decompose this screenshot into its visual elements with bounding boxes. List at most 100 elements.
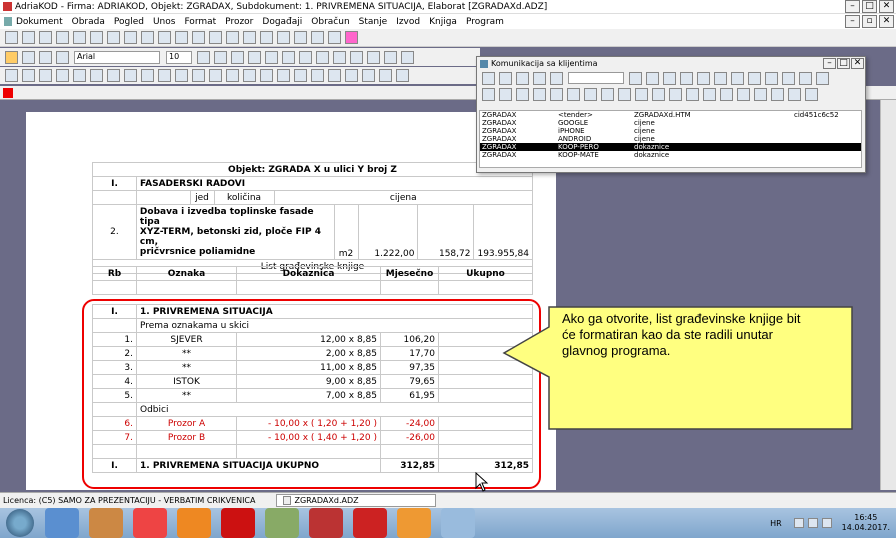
doc-minimize-button[interactable]: – xyxy=(845,15,860,28)
file-tab[interactable]: ZGRADAXd.ADZ xyxy=(275,494,436,507)
open-icon[interactable] xyxy=(22,31,35,44)
list-item[interactable]: ZGRADAX ANDROID cijene xyxy=(480,135,861,143)
bold-icon[interactable] xyxy=(197,50,210,64)
delete-icon[interactable] xyxy=(533,71,546,85)
opera-icon[interactable] xyxy=(221,508,255,538)
underline-icon[interactable] xyxy=(231,50,244,64)
language-indicator[interactable]: HR xyxy=(770,519,782,528)
print-icon[interactable] xyxy=(56,31,69,44)
style-icon[interactable] xyxy=(294,69,307,82)
comm-close-button[interactable]: ✕ xyxy=(851,58,864,69)
text-style-icon[interactable] xyxy=(56,50,69,64)
save-icon[interactable] xyxy=(39,31,52,44)
style-icon[interactable] xyxy=(5,69,18,82)
vertical-scrollbar[interactable] xyxy=(880,100,896,490)
menu-item[interactable]: Knjiga xyxy=(429,17,457,27)
style-icon[interactable] xyxy=(90,69,103,82)
menu-item[interactable]: Dokument xyxy=(16,17,63,27)
menu-item[interactable]: Unos xyxy=(153,17,176,27)
folder-icon[interactable] xyxy=(765,71,778,85)
style-icon[interactable] xyxy=(362,69,375,82)
comm-maximize-button[interactable]: □ xyxy=(837,58,850,69)
tool-icon[interactable] xyxy=(754,87,767,101)
view-icon[interactable] xyxy=(697,71,710,85)
zoom-icon[interactable] xyxy=(107,31,120,44)
firefox-icon[interactable] xyxy=(177,508,211,538)
style-icon[interactable] xyxy=(277,69,290,82)
menu-item[interactable]: Obračun xyxy=(311,17,349,27)
style-icon[interactable] xyxy=(192,69,205,82)
list-item[interactable]: ZGRADAX <tender> ZGRADAXd.HTM cid451c6c52 xyxy=(480,111,861,119)
close-red-icon[interactable] xyxy=(345,31,358,44)
fill-icon[interactable] xyxy=(367,50,380,64)
font-select[interactable]: Arial xyxy=(74,50,160,64)
open-icon[interactable] xyxy=(499,71,512,85)
mail-icon[interactable] xyxy=(782,71,795,85)
justify-icon[interactable] xyxy=(316,50,329,64)
align-left-icon[interactable] xyxy=(265,50,278,64)
tool-icon[interactable] xyxy=(652,87,665,101)
format-icon[interactable] xyxy=(124,31,137,44)
copy-icon[interactable] xyxy=(158,31,171,44)
style-icon[interactable] xyxy=(56,69,69,82)
tool-icon[interactable] xyxy=(686,87,699,101)
sort-icon[interactable] xyxy=(550,71,563,85)
link-icon[interactable] xyxy=(748,71,761,85)
text-style-icon[interactable] xyxy=(5,50,18,64)
size-select[interactable]: 10 xyxy=(166,50,192,64)
clock-time[interactable]: 16:45 xyxy=(842,513,890,523)
style-icon[interactable] xyxy=(39,69,52,82)
tool-icon[interactable] xyxy=(720,87,733,101)
calc-icon[interactable] xyxy=(260,31,273,44)
preview-icon[interactable] xyxy=(73,31,86,44)
app3-icon[interactable] xyxy=(397,508,431,538)
ie-icon[interactable] xyxy=(45,508,79,538)
style-icon[interactable] xyxy=(226,69,239,82)
list-item[interactable]: ZGRADAX iPHONE cijene xyxy=(480,127,861,135)
menu-item[interactable]: Stanje xyxy=(359,17,388,27)
color-icon[interactable] xyxy=(401,50,414,64)
tool-icon[interactable] xyxy=(516,87,529,101)
tool-icon[interactable] xyxy=(771,87,784,101)
paste-icon[interactable] xyxy=(175,31,188,44)
style-icon[interactable] xyxy=(175,69,188,82)
tool-icon[interactable] xyxy=(669,87,682,101)
tray-icon[interactable] xyxy=(793,518,804,528)
binoculars-icon[interactable] xyxy=(629,71,642,85)
style-icon[interactable] xyxy=(328,69,341,82)
menu-item[interactable]: Pogled xyxy=(114,17,144,27)
italic-icon[interactable] xyxy=(214,50,227,64)
style-icon[interactable] xyxy=(396,69,409,82)
style-icon[interactable] xyxy=(22,69,35,82)
border-icon[interactable] xyxy=(333,50,346,64)
style-icon[interactable] xyxy=(209,69,222,82)
grid-icon[interactable] xyxy=(277,31,290,44)
style-icon[interactable] xyxy=(73,69,86,82)
app-icon[interactable] xyxy=(265,508,299,538)
style-icon[interactable] xyxy=(311,69,324,82)
align-center-icon[interactable] xyxy=(282,50,295,64)
tool-icon[interactable] xyxy=(567,87,580,101)
chart-icon[interactable] xyxy=(294,31,307,44)
align-right-icon[interactable] xyxy=(299,50,312,64)
tool-icon[interactable] xyxy=(805,87,818,101)
comm-minimize-button[interactable]: – xyxy=(823,58,836,69)
edit-icon[interactable] xyxy=(516,71,529,85)
list-item[interactable]: ZGRADAX GOOGLE cijene xyxy=(480,119,861,127)
clock-date[interactable]: 14.04.2017. xyxy=(842,523,890,533)
calendar-icon[interactable] xyxy=(799,71,812,85)
text-style-icon[interactable] xyxy=(22,50,35,64)
text-style-icon[interactable] xyxy=(39,50,52,64)
refresh-icon[interactable] xyxy=(731,71,744,85)
menu-item[interactable]: Prozor xyxy=(225,17,253,27)
view-icon[interactable] xyxy=(680,71,693,85)
tool-icon[interactable] xyxy=(618,87,631,101)
tool-icon[interactable] xyxy=(703,87,716,101)
style-icon[interactable] xyxy=(141,69,154,82)
view-icon[interactable] xyxy=(646,71,659,85)
start-button[interactable] xyxy=(6,509,34,537)
menu-item[interactable]: Program xyxy=(466,17,504,27)
menu-item[interactable]: Format xyxy=(184,17,216,27)
style-icon[interactable] xyxy=(379,69,392,82)
doc-close-button[interactable]: ✕ xyxy=(879,15,894,28)
